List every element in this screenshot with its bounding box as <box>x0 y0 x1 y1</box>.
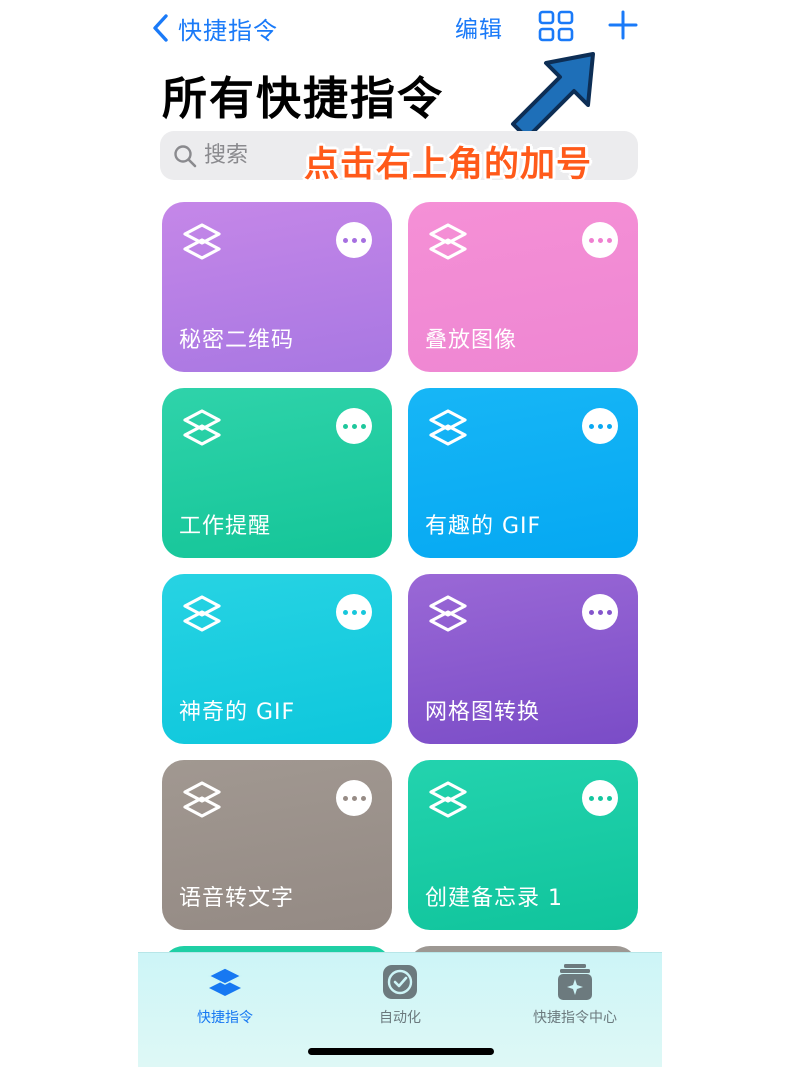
shortcut-tile[interactable]: 网格图转换 <box>408 574 638 744</box>
tab-gallery[interactable]: 快捷指令中心 <box>505 963 645 1027</box>
add-shortcut-button[interactable] <box>606 8 640 42</box>
more-options-button[interactable] <box>336 780 372 816</box>
more-options-button[interactable] <box>582 780 618 816</box>
shortcut-tile-label: 网格图转换 <box>425 700 541 725</box>
layers-icon <box>183 223 221 260</box>
shortcut-tile-label: 神奇的 GIF <box>179 700 296 725</box>
shortcut-tile[interactable]: 语音转文字 <box>162 760 392 930</box>
shortcut-tile[interactable]: 工作提醒 <box>162 388 392 558</box>
gallery-tab-icon <box>558 964 592 1000</box>
shortcut-tile-label: 工作提醒 <box>179 514 272 539</box>
more-options-button[interactable] <box>336 222 372 258</box>
shortcut-tile[interactable]: 叠放图像 <box>408 202 638 372</box>
shortcuts-screen: 快捷指令 编辑 所有快捷指令 点击右上角的加号 秘密二维码 叠放图像工作提醒 有趣的… <box>0 0 800 1067</box>
shortcut-tile[interactable]: 创建备忘录 1 <box>408 760 638 930</box>
shortcut-tile-label: 语音转文字 <box>179 886 295 911</box>
annotation-text: 点击右上角的加号 <box>304 145 593 185</box>
layers-icon <box>429 409 467 446</box>
back-button[interactable]: 快捷指令 <box>150 8 278 48</box>
automation-tab-icon <box>383 965 417 999</box>
shortcut-tile[interactable]: 有趣的 GIF <box>408 388 638 558</box>
search-icon <box>174 144 197 167</box>
layers-icon <box>183 409 221 446</box>
shortcut-tile-label: 有趣的 GIF <box>425 514 542 539</box>
layers-icon <box>429 223 467 260</box>
tab-automation-label: 自动化 <box>379 1010 421 1026</box>
home-indicator <box>308 1048 494 1055</box>
more-options-button[interactable] <box>582 222 618 258</box>
layers-icon <box>429 595 467 632</box>
shortcut-tile-label: 秘密二维码 <box>179 328 295 353</box>
shortcuts-tab-icon <box>207 967 243 996</box>
tab-shortcuts-label: 快捷指令 <box>197 1010 253 1026</box>
more-options-button[interactable] <box>336 408 372 444</box>
tab-shortcuts[interactable]: 快捷指令 <box>155 963 295 1027</box>
more-options-button[interactable] <box>582 408 618 444</box>
shortcut-tile[interactable]: 神奇的 GIF <box>162 574 392 744</box>
shortcut-tile-label: 创建备忘录 1 <box>425 886 563 911</box>
layers-icon <box>183 781 221 818</box>
grid-view-icon[interactable] <box>538 10 574 42</box>
chevron-left-icon <box>153 14 168 42</box>
more-options-button[interactable] <box>582 594 618 630</box>
edit-button[interactable]: 编辑 <box>455 10 503 44</box>
layers-icon <box>429 781 467 818</box>
shortcut-tile-label: 叠放图像 <box>425 328 518 353</box>
more-options-button[interactable] <box>336 594 372 630</box>
back-label: 快捷指令 <box>178 16 278 45</box>
page-title: 所有快捷指令 <box>162 72 445 125</box>
shortcut-tile[interactable]: 秘密二维码 <box>162 202 392 372</box>
tab-gallery-label: 快捷指令中心 <box>533 1010 617 1026</box>
layers-icon <box>183 595 221 632</box>
tab-automation[interactable]: 自动化 <box>330 963 470 1027</box>
